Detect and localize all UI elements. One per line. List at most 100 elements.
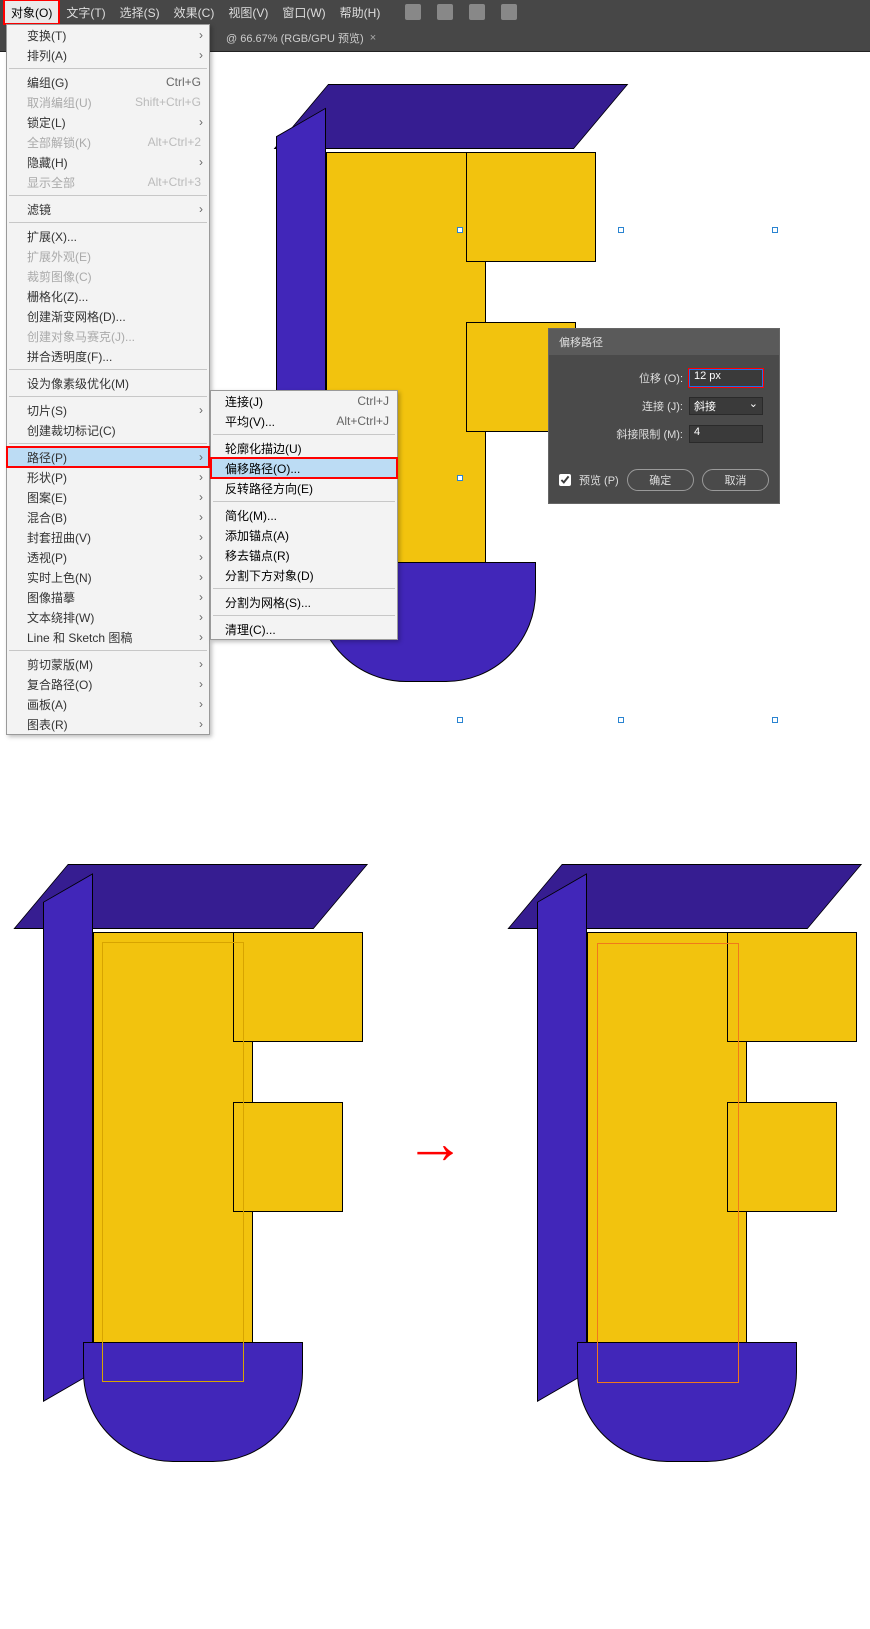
menu-item[interactable]: 路径(P) — [7, 447, 209, 467]
menu-item-shortcut: Shift+Ctrl+G — [135, 95, 201, 109]
app-window: 对象(O) 文字(T) 选择(S) 效果(C) 视图(V) 窗口(W) 帮助(H… — [0, 0, 870, 762]
menu-help[interactable]: 帮助(H) — [333, 0, 388, 24]
offset-label: 位移 (O): — [639, 370, 683, 386]
dialog-title: 偏移路径 — [549, 329, 779, 355]
menu-window[interactable]: 窗口(W) — [275, 0, 332, 24]
cancel-button[interactable]: 取消 — [702, 469, 769, 491]
menu-item[interactable]: 图像描摹 — [7, 587, 209, 607]
menu-item-label: 排列(A) — [27, 47, 67, 64]
menu-item-label: 扩展外观(E) — [27, 248, 91, 265]
offset-inner-path — [102, 942, 244, 1382]
submenu-item[interactable]: 反转路径方向(E) — [211, 478, 397, 498]
menu-object[interactable]: 对象(O) — [4, 0, 59, 24]
menu-item[interactable]: Line 和 Sketch 图稿 — [7, 627, 209, 647]
menu-item[interactable]: 排列(A) — [7, 45, 209, 65]
menu-item[interactable]: 封套扭曲(V) — [7, 527, 209, 547]
sel-handle-n[interactable] — [618, 227, 624, 233]
menu-item-label: 锁定(L) — [27, 114, 66, 131]
menu-item[interactable]: 拼合透明度(F)... — [7, 346, 209, 366]
menu-item[interactable]: 变换(T) — [7, 25, 209, 45]
before-artwork — [23, 842, 353, 1442]
submenu-item[interactable]: 连接(J)Ctrl+J — [211, 391, 397, 411]
menu-item-label: 封套扭曲(V) — [27, 529, 91, 546]
letter-arm-top — [727, 932, 857, 1042]
tab-close-icon[interactable]: × — [370, 32, 376, 44]
sync-icon[interactable] — [501, 4, 517, 20]
menu-item-label: 混合(B) — [27, 509, 67, 526]
arrange-docs-icon[interactable] — [469, 4, 485, 20]
submenu-item[interactable]: 分割下方对象(D) — [211, 565, 397, 585]
join-select[interactable]: 斜接 — [689, 397, 763, 415]
submenu-item[interactable]: 偏移路径(O)... — [211, 458, 397, 478]
offset-input[interactable]: 12 px — [689, 369, 763, 387]
arrow-indicator: → — [400, 1108, 470, 1177]
path-submenu[interactable]: 连接(J)Ctrl+J平均(V)...Alt+Ctrl+J 轮廓化描边(U)偏移路… — [210, 390, 398, 640]
menu-item-shortcut: Alt+Ctrl+2 — [148, 135, 201, 149]
letter-side-face — [43, 873, 93, 1402]
menu-item[interactable]: 图表(R) — [7, 714, 209, 734]
menubar-icons — [399, 4, 517, 20]
submenu-item-shortcut: Alt+Ctrl+J — [336, 414, 389, 428]
sel-handle-ne[interactable] — [772, 227, 778, 233]
menu-item-label: 图像描摹 — [27, 589, 75, 606]
menu-view[interactable]: 视图(V) — [221, 0, 275, 24]
object-menu-dropdown[interactable]: 变换(T) 排列(A) 编组(G)Ctrl+G 取消编组(U) Shift+Ctrl+G… — [6, 24, 210, 735]
menu-item[interactable]: 锁定(L) — [7, 112, 209, 132]
menu-item[interactable]: 编组(G)Ctrl+G — [7, 72, 209, 92]
sel-handle-sw[interactable] — [457, 717, 463, 723]
submenu-item[interactable]: 轮廓化描边(U) — [211, 438, 397, 458]
menu-select[interactable]: 选择(S) — [113, 0, 167, 24]
menu-item[interactable]: 扩展(X)... — [7, 226, 209, 246]
menu-item: 取消编组(U) Shift+Ctrl+G — [7, 92, 209, 112]
sel-handle-nw[interactable] — [457, 227, 463, 233]
menu-item[interactable]: 剪切蒙版(M) — [7, 654, 209, 674]
menu-item-label: 隐藏(H) — [27, 154, 68, 171]
menu-item-label: 扩展(X)... — [27, 228, 77, 245]
menu-item[interactable]: 切片(S) — [7, 400, 209, 420]
menu-item: 裁剪图像(C) — [7, 266, 209, 286]
menu-item-label: 全部解锁(K) — [27, 134, 91, 151]
menu-item[interactable]: 混合(B) — [7, 507, 209, 527]
document-tab[interactable]: @ 66.67% (RGB/GPU 预览) × — [212, 24, 390, 51]
miter-input[interactable]: 4 — [689, 425, 763, 443]
preview-checkbox[interactable] — [559, 474, 571, 486]
menu-item[interactable]: 图案(E) — [7, 487, 209, 507]
menu-item[interactable]: 文本绕排(W) — [7, 607, 209, 627]
menu-item[interactable]: 创建渐变网格(D)... — [7, 306, 209, 326]
menu-item-shortcut: Alt+Ctrl+3 — [148, 175, 201, 189]
sel-handle-se[interactable] — [772, 717, 778, 723]
menu-item[interactable]: 形状(P) — [7, 467, 209, 487]
menu-effect[interactable]: 效果(C) — [167, 0, 222, 24]
submenu-item[interactable]: 简化(M)... — [211, 505, 397, 525]
search-icon[interactable] — [437, 4, 453, 20]
menu-item[interactable]: 设为像素级优化(M) — [7, 373, 209, 393]
menu-item: 全部解锁(K) Alt+Ctrl+2 — [7, 132, 209, 152]
submenu-item[interactable]: 分割为网格(S)... — [211, 592, 397, 612]
menu-item-label: 透视(P) — [27, 549, 67, 566]
menu-item[interactable]: 实时上色(N) — [7, 567, 209, 587]
submenu-item[interactable]: 清理(C)... — [211, 619, 397, 639]
ok-button[interactable]: 确定 — [627, 469, 694, 491]
menu-type[interactable]: 文字(T) — [59, 0, 112, 24]
menu-item[interactable]: 复合路径(O) — [7, 674, 209, 694]
submenu-item[interactable]: 添加锚点(A) — [211, 525, 397, 545]
submenu-item[interactable]: 平均(V)...Alt+Ctrl+J — [211, 411, 397, 431]
menu-item[interactable]: 透视(P) — [7, 547, 209, 567]
submenu-item-label: 分割下方对象(D) — [225, 567, 314, 584]
menu-item-label: 图案(E) — [27, 489, 67, 506]
workspace-icon[interactable] — [405, 4, 421, 20]
menu-item-label: 编组(G) — [27, 74, 68, 91]
submenu-item[interactable]: 移去锚点(R) — [211, 545, 397, 565]
menu-item[interactable]: 创建裁切标记(C) — [7, 420, 209, 440]
menu-item-label: 剪切蒙版(M) — [27, 656, 93, 673]
menu-item[interactable]: 画板(A) — [7, 694, 209, 714]
sel-handle-w[interactable] — [457, 475, 463, 481]
menu-item[interactable]: 滤镜 — [7, 199, 209, 219]
menu-item[interactable]: 隐藏(H) — [7, 152, 209, 172]
menu-item-label: 创建裁切标记(C) — [27, 422, 116, 439]
offset-path-dialog: 偏移路径 位移 (O): 12 px 连接 (J): 斜接 斜接限制 (M): … — [548, 328, 780, 504]
letter-top-face — [274, 84, 629, 149]
menu-item[interactable]: 栅格化(Z)... — [7, 286, 209, 306]
menu-item-label: 取消编组(U) — [27, 94, 92, 111]
sel-handle-s[interactable] — [618, 717, 624, 723]
